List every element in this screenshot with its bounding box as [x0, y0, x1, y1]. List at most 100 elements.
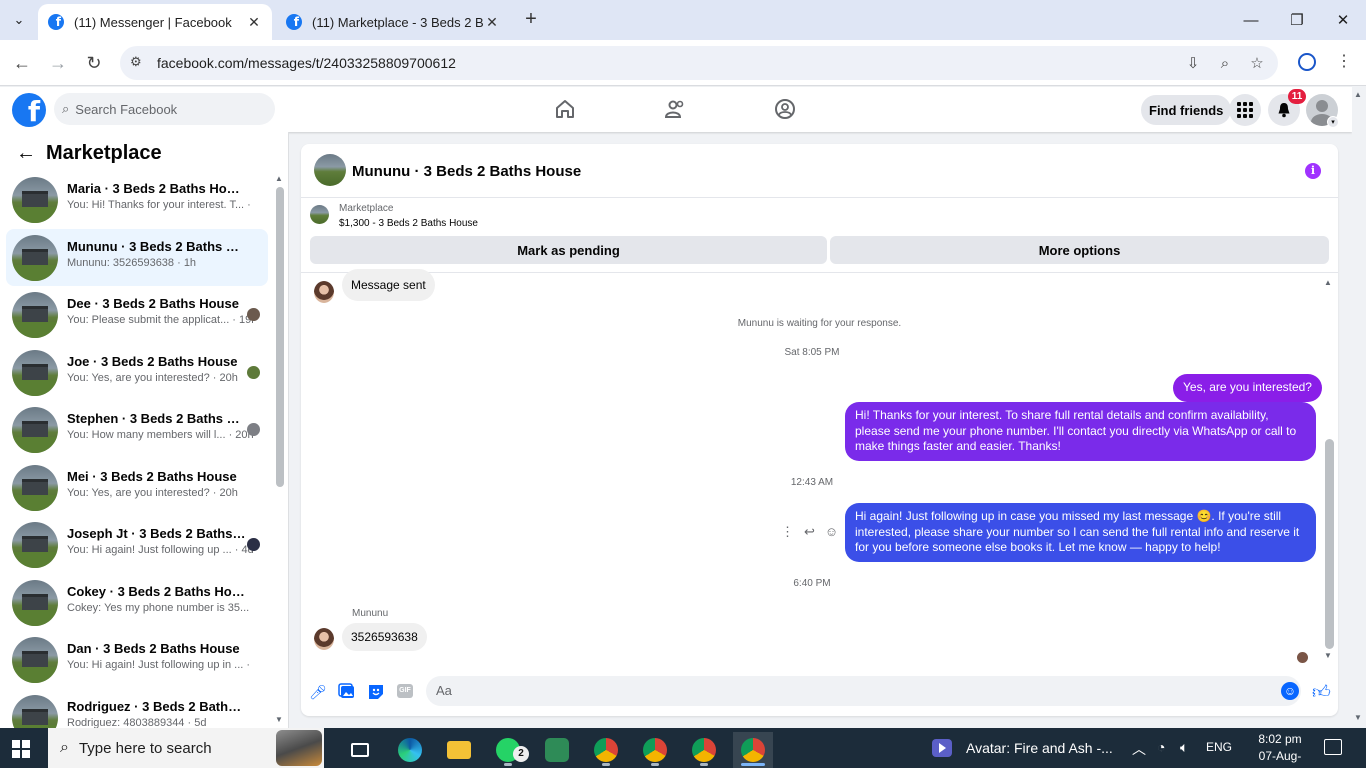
search-input[interactable] [75, 101, 256, 117]
sticker-icon[interactable] [367, 683, 385, 701]
conversation-item[interactable]: Cokey · 3 Beds 2 Baths House Cokey: Yes … [6, 574, 268, 632]
account-chevron-icon[interactable]: ▾ [1327, 116, 1339, 128]
site-info-icon[interactable]: ⚙ [130, 54, 148, 72]
sidebar-title: Marketplace [46, 142, 162, 164]
marketplace-label: Marketplace [339, 203, 394, 214]
windows-start-icon[interactable] [12, 740, 30, 758]
gif-icon[interactable]: GIF [397, 684, 413, 698]
groups-icon[interactable] [774, 98, 796, 120]
bookmark-star-icon[interactable]: ☆ [1248, 55, 1266, 73]
page-scrollbar[interactable]: ▲ ▼ [1352, 87, 1366, 728]
scroll-up-arrow-icon[interactable]: ▲ [1354, 90, 1362, 99]
chrome-profile-a-icon[interactable] [586, 732, 626, 768]
conversation-item[interactable]: Dee · 3 Beds 2 Baths House You: Please s… [6, 286, 268, 344]
browser-tab-marketplace[interactable]: f (11) Marketplace - 3 Beds 2 Bat ✕ [276, 4, 510, 40]
listing-price-title[interactable]: $1,300 - 3 Beds 2 Baths House [339, 218, 478, 229]
media-widget[interactable]: Avatar: Fire and Ash -... [932, 728, 1113, 768]
conversation-item[interactable]: Joe · 3 Beds 2 Baths House You: Yes, are… [6, 344, 268, 402]
windows-taskbar: ⌕ Type here to search 2 Avatar: Fire and… [0, 728, 1366, 768]
notification-center-icon[interactable] [1324, 739, 1342, 755]
task-view-icon[interactable] [340, 732, 380, 768]
close-window-button[interactable]: ✕ [1320, 0, 1366, 40]
emoji-icon[interactable]: ☺ [1281, 682, 1299, 700]
clock[interactable]: 8:02 pm 07-Aug-2025 [1248, 731, 1312, 768]
close-tab-icon[interactable]: ✕ [246, 14, 262, 31]
browser-profile-icon[interactable] [1298, 53, 1316, 71]
listing-thumbnail [12, 349, 58, 396]
minimize-button[interactable]: — [1228, 0, 1274, 40]
omnibox[interactable]: ⚙ facebook.com/messages/t/24033258809700… [120, 46, 1278, 80]
listing-thumbnail [12, 522, 58, 568]
conversation-name: Dan · 3 Beds 2 Baths House [67, 641, 240, 656]
photo-icon[interactable] [338, 683, 356, 701]
zoom-icon[interactable]: ⌕ [1216, 55, 1234, 73]
contact-avatar[interactable] [314, 628, 334, 650]
reload-button[interactable]: ↻ [82, 51, 106, 75]
show-hidden-icons-chevron-icon[interactable]: ︿ [1132, 739, 1146, 759]
contact-avatar[interactable] [314, 281, 334, 303]
restore-button[interactable]: ❐ [1274, 0, 1320, 40]
scroll-down-arrow-icon[interactable]: ▼ [1354, 713, 1362, 722]
chrome-active-icon[interactable] [733, 732, 773, 768]
conversation-item[interactable]: Maria · 3 Beds 2 Baths House You: Hi! Th… [6, 171, 268, 229]
wifi-icon[interactable]: ◔ [1157, 739, 1165, 755]
install-app-icon[interactable]: ⇩ [1184, 55, 1202, 73]
search-icon: ⌕ [60, 739, 69, 756]
friends-icon[interactable] [664, 98, 686, 120]
scroll-down-arrow-icon[interactable]: ▼ [275, 715, 283, 724]
tab-search-button[interactable]: ⌄ [6, 7, 32, 33]
chrome-profile-b-icon[interactable] [635, 732, 675, 768]
sheets-app-icon[interactable] [537, 732, 577, 768]
browser-tab-strip: ⌄ f (11) Messenger | Facebook ✕ f (11) M… [0, 0, 1366, 40]
mark-as-pending-button[interactable]: Mark as pending [310, 236, 827, 264]
back-button[interactable]: ← [10, 51, 34, 75]
reply-icon[interactable]: ↩ [804, 524, 815, 540]
menu-grid-icon[interactable] [1229, 94, 1261, 126]
message-input[interactable] [436, 683, 1256, 698]
chrome-profile-c-icon[interactable] [684, 732, 724, 768]
browser-tab-messenger[interactable]: f (11) Messenger | Facebook ✕ [38, 4, 272, 40]
listing-thumbnail [12, 579, 58, 626]
home-icon[interactable] [554, 98, 576, 120]
scroll-down-arrow-icon[interactable]: ▼ [1324, 651, 1332, 660]
facebook-logo-icon[interactable]: f [12, 93, 46, 127]
marketplace-sidebar: ← Marketplace Maria · 3 Beds 2 Baths Hou… [0, 132, 289, 741]
conversation-item[interactable]: Stephen · 3 Beds 2 Baths Hou... You: How… [6, 401, 268, 459]
sidebar-scrollbar[interactable] [276, 187, 284, 487]
back-arrow-icon[interactable]: ← [16, 142, 36, 165]
outgoing-message: Yes, are you interested? [1173, 374, 1322, 402]
volume-icon[interactable]: 🔈︎ [1180, 739, 1188, 756]
file-explorer-icon[interactable] [439, 732, 479, 768]
conversation-list: Maria · 3 Beds 2 Baths House You: Hi! Th… [6, 171, 268, 746]
conversation-item[interactable]: Dan · 3 Beds 2 Baths House You: Hi again… [6, 631, 268, 689]
browser-menu-icon[interactable]: ⋮ [1336, 51, 1352, 71]
listing-thumbnail[interactable] [314, 154, 346, 186]
info-icon[interactable]: i [1305, 163, 1321, 179]
scroll-up-arrow-icon[interactable]: ▲ [1324, 278, 1332, 287]
scroll-up-arrow-icon[interactable]: ▲ [275, 174, 283, 183]
conversation-item[interactable]: Mei · 3 Beds 2 Baths House You: Yes, are… [6, 459, 268, 517]
conversation-item-selected[interactable]: Mununu · 3 Beds 2 Baths House Mununu: 35… [6, 228, 268, 286]
conversation-preview: You: Yes, are you interested? · 20h [67, 371, 238, 384]
seen-avatar [247, 365, 260, 379]
thumbs-up-icon[interactable]: 👍︎ [1312, 681, 1331, 703]
conversation-item[interactable]: Joseph Jt · 3 Beds 2 Baths Ho... You: Hi… [6, 516, 268, 574]
forward-button[interactable]: → [46, 51, 70, 75]
language-indicator[interactable]: ENG [1206, 740, 1232, 754]
listing-thumbnail[interactable] [310, 205, 329, 224]
facebook-search[interactable]: ⌕ [54, 93, 275, 125]
chat-scrollbar[interactable] [1325, 439, 1334, 649]
find-friends-button[interactable]: Find friends [1141, 95, 1232, 125]
react-emoji-icon[interactable]: ☺ [825, 524, 838, 540]
edge-browser-icon[interactable] [390, 732, 430, 768]
taskbar-search[interactable]: ⌕ Type here to search [48, 728, 324, 768]
new-tab-button[interactable]: + [520, 9, 542, 31]
conversation-name: Joseph Jt · 3 Beds 2 Baths Ho... [67, 526, 247, 541]
url-text[interactable]: facebook.com/messages/t/2403325880970061… [157, 55, 456, 71]
close-tab-icon[interactable]: ✕ [484, 14, 500, 31]
microphone-icon[interactable]: 🎤︎ [309, 683, 327, 701]
more-options-button[interactable]: More options [830, 236, 1329, 264]
more-actions-icon[interactable]: ⋮ [781, 524, 794, 540]
conversation-preview: You: Hi! Thanks for your interest. T... … [67, 199, 253, 211]
chat-title[interactable]: Mununu · 3 Beds 2 Baths House [352, 163, 581, 180]
